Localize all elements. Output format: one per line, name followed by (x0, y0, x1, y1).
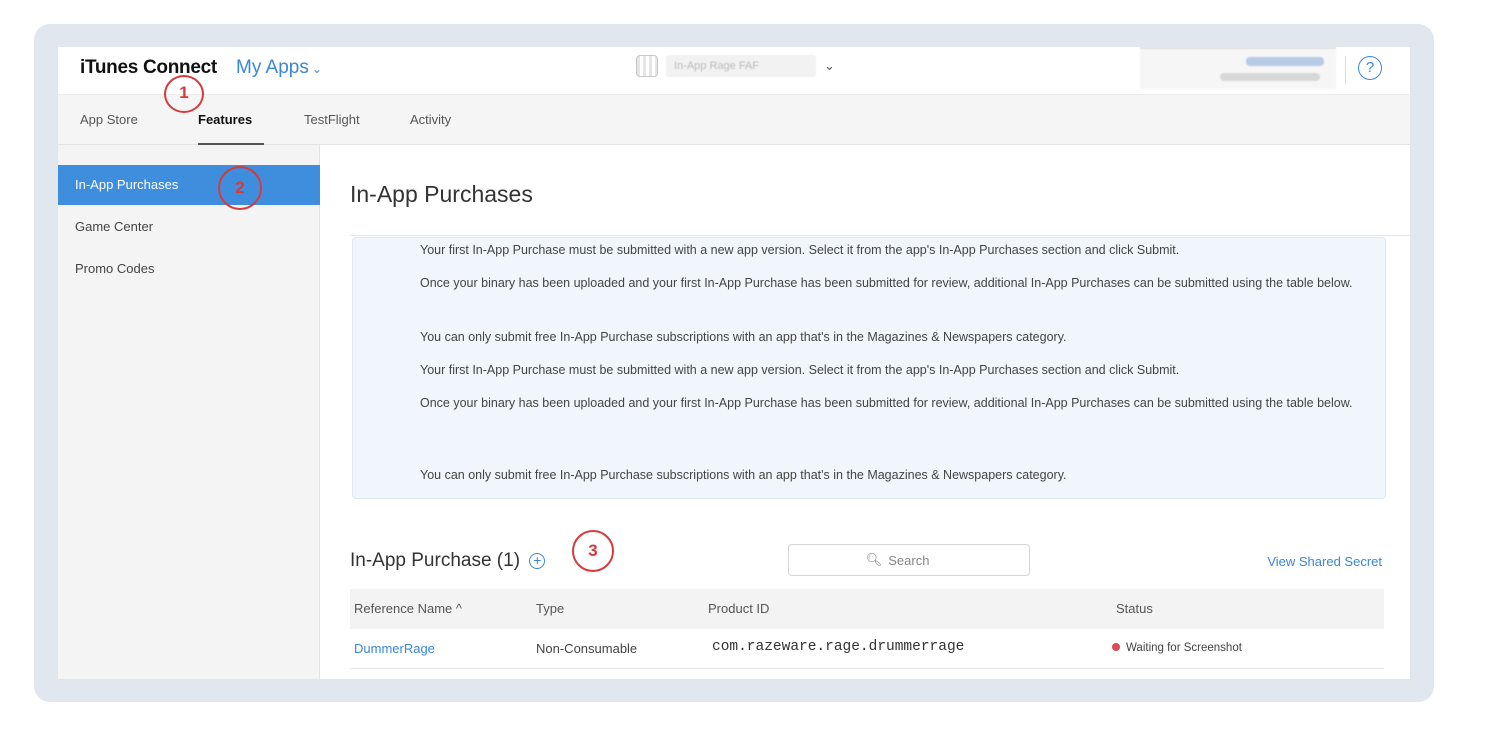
my-apps-label: My Apps (236, 57, 309, 78)
callout-marker: 1 (164, 75, 204, 113)
divider (1345, 56, 1346, 84)
tab-features[interactable]: Features (198, 112, 252, 127)
table-row[interactable]: DummerRage Non-Consumable com.razeware.r… (350, 629, 1384, 669)
column-product-id: Product ID (708, 601, 770, 616)
page-title: In-App Purchases (350, 181, 533, 207)
account-team-redacted (1220, 73, 1320, 81)
info-text: You can only submit free In-App Purchase… (420, 468, 1067, 482)
product-id-cell: com.razeware.rage.drummerrage (712, 639, 965, 655)
info-text: Your first In-App Purchase must be submi… (420, 363, 1180, 377)
tab-app-store[interactable]: App Store (80, 112, 138, 127)
info-text: Your first In-App Purchase must be submi… (420, 243, 1180, 257)
search-icon: 🔍︎ (865, 552, 883, 567)
column-type: Type (536, 601, 565, 616)
add-iap-icon[interactable]: + (529, 553, 546, 569)
info-text: You can only submit free In-App Purchase… (420, 330, 1067, 344)
sidebar-item-in-app-purchases[interactable]: In-App Purchases (58, 165, 320, 205)
app-icon (636, 55, 658, 77)
reference-name-link[interactable]: DummerRage (354, 641, 435, 656)
status-label: Waiting for Screenshot (1126, 642, 1242, 654)
iap-count-label: In-App Purchase (1) (350, 550, 521, 571)
app-selector[interactable]: In-App Rage FAF ⌄ (636, 55, 835, 77)
account-name-redacted (1246, 57, 1324, 66)
divider (350, 235, 1410, 236)
search-field[interactable]: 🔍︎ (788, 544, 1030, 576)
search-input[interactable] (888, 552, 953, 568)
tab-activity[interactable]: Activity (410, 112, 451, 127)
itunes-connect-window: iTunes Connect My Apps ⌄ In-App Rage FAF … (58, 47, 1410, 679)
app-name-label: In-App Rage FAF (666, 55, 816, 77)
status-dot-icon (1112, 643, 1120, 651)
callout-marker: 3 (572, 530, 614, 572)
nav-bar: App Store Features TestFlight Activity (58, 94, 1410, 145)
view-shared-secret-link[interactable]: View Shared Secret (1267, 554, 1382, 569)
sidebar: In-App Purchases Game Center Promo Codes (58, 145, 320, 679)
callout-marker: 2 (218, 166, 262, 210)
main-content: In-App Purchases Your first In-App Purch… (320, 145, 1410, 679)
chevron-down-icon: ⌄ (311, 62, 322, 76)
info-text: Once your binary has been uploaded and y… (420, 396, 1353, 410)
top-bar: iTunes Connect My Apps ⌄ In-App Rage FAF … (58, 47, 1410, 94)
help-icon[interactable]: ? (1358, 56, 1382, 80)
type-cell: Non-Consumable (536, 641, 638, 656)
iap-section-header: In-App Purchase (1) + (350, 550, 546, 572)
column-status: Status (1116, 601, 1153, 616)
sidebar-item-game-center[interactable]: Game Center (58, 207, 320, 247)
info-box: Your first In-App Purchase must be submi… (352, 237, 1386, 499)
my-apps-menu[interactable]: My Apps ⌄ (236, 57, 322, 79)
chevron-down-icon: ⌄ (824, 58, 835, 73)
column-reference-name[interactable]: Reference Name ^ (354, 601, 462, 616)
brand-title: iTunes Connect (80, 57, 217, 78)
account-menu[interactable] (1140, 47, 1336, 89)
tab-testflight[interactable]: TestFlight (304, 112, 360, 127)
table-header: Reference Name ^ Type Product ID Status (350, 589, 1384, 629)
sidebar-item-promo-codes[interactable]: Promo Codes (58, 249, 320, 289)
info-text: Once your binary has been uploaded and y… (420, 276, 1353, 290)
status-cell: Waiting for Screenshot (1112, 642, 1242, 654)
